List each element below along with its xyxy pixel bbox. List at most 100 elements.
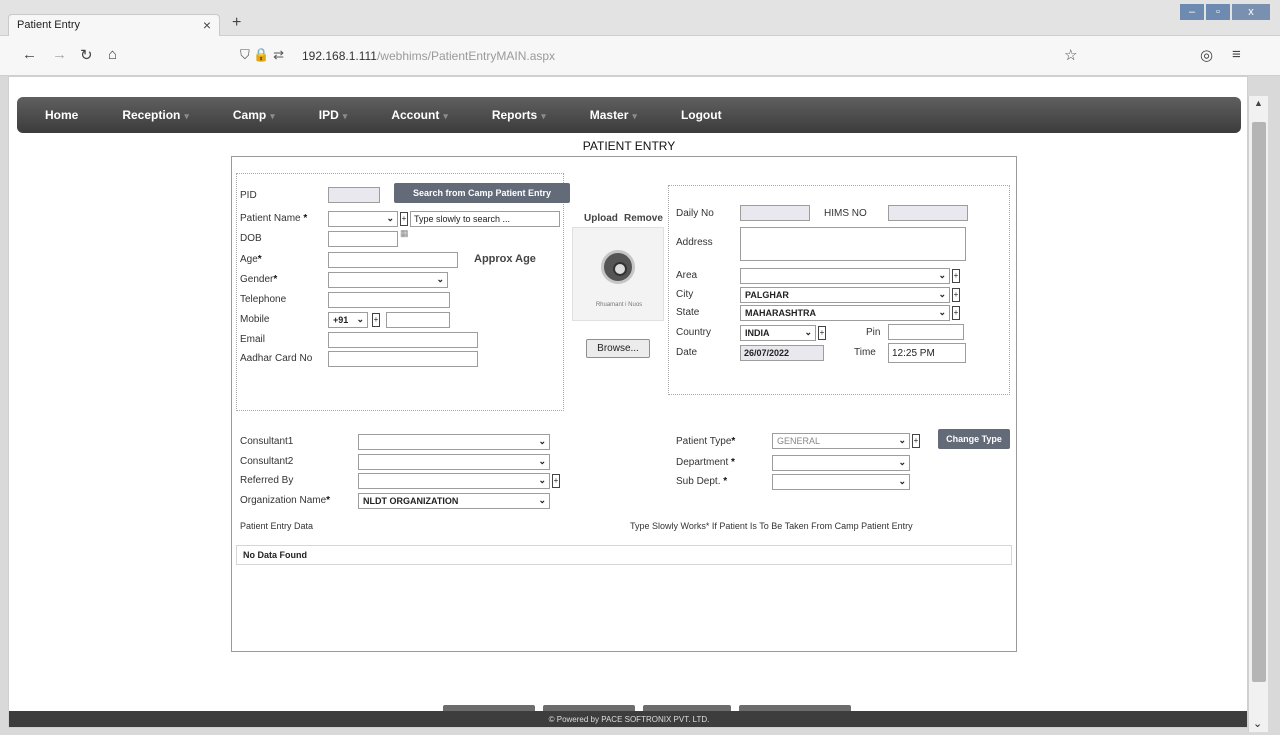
organization-select[interactable]: NLDT ORGANIZATION ⌄ — [358, 493, 550, 509]
add-patient-type-button[interactable]: + — [912, 434, 920, 448]
address-bar[interactable]: ⛉ 🔒 ⇄ 192.168.1.111/webhims/PatientEntry… — [240, 41, 1140, 69]
new-tab-icon[interactable]: + — [232, 14, 241, 32]
time-input[interactable]: 12:25 PM — [888, 343, 966, 363]
country-label: Country — [676, 327, 712, 338]
gender-label: Gender* — [240, 274, 278, 285]
menu-logout[interactable]: Logout — [681, 108, 722, 122]
menu-reports[interactable]: Reports ▾ — [492, 108, 546, 122]
hims-no-input[interactable] — [888, 205, 968, 221]
url-text: 192.168.1.111/webhims/PatientEntryMAIN.a… — [302, 49, 556, 63]
page-title: PATIENT ENTRY — [582, 139, 676, 153]
age-label: Age* — [240, 254, 262, 265]
menu-account[interactable]: Account ▾ — [391, 108, 448, 122]
reload-icon[interactable]: ↻ — [80, 46, 93, 64]
pin-label: Pin — [866, 327, 881, 338]
patient-title-select[interactable]: ⌄ — [328, 211, 398, 227]
country-select[interactable]: INDIA ⌄ — [740, 325, 816, 341]
patient-photo: Rhuamant i Nuos — [572, 227, 664, 321]
pid-input[interactable] — [328, 187, 380, 203]
consultant2-select[interactable]: ⌄ — [358, 454, 550, 470]
state-select[interactable]: MAHARASHTRA ⌄ — [740, 305, 950, 321]
chevron-down-icon: ▾ — [342, 111, 348, 121]
email-input[interactable] — [328, 332, 478, 348]
patient-type-select[interactable]: GENERAL ⌄ — [772, 433, 910, 449]
daily-no-input[interactable] — [740, 205, 810, 221]
department-select[interactable]: ⌄ — [772, 455, 910, 471]
date-label: Date — [676, 347, 698, 358]
upload-link[interactable]: Upload — [584, 213, 618, 224]
consultant1-label: Consultant1 — [240, 436, 294, 447]
daily-no-label: Daily No — [676, 208, 714, 219]
chevron-down-icon: ▾ — [184, 111, 189, 121]
city-label: City — [676, 289, 694, 300]
add-referrer-button[interactable]: + — [552, 474, 560, 488]
shield-icon: ⛉ 🔒 ⇄ — [240, 47, 285, 62]
pid-label: PID — [240, 190, 257, 201]
browser-tab[interactable]: Patient Entry × — [8, 14, 220, 36]
scroll-down-icon[interactable]: ⌄ — [1253, 717, 1262, 730]
referred-by-select[interactable]: ⌄ — [358, 473, 550, 489]
dob-label: DOB — [240, 233, 262, 244]
menu-reception[interactable]: Reception ▾ — [122, 108, 189, 122]
add-country-button[interactable]: + — [818, 326, 826, 340]
mobile-input[interactable] — [386, 312, 450, 328]
pin-input[interactable] — [888, 324, 964, 340]
area-label: Area — [676, 270, 698, 281]
menu-master[interactable]: Master ▾ — [590, 108, 637, 122]
sub-dept-select[interactable]: ⌄ — [772, 474, 910, 490]
telephone-input[interactable] — [328, 292, 450, 308]
address-input[interactable] — [740, 227, 966, 261]
hims-no-label: HIMS NO — [824, 208, 867, 219]
add-area-button[interactable]: + — [952, 269, 960, 283]
aadhar-input[interactable] — [328, 351, 478, 367]
age-input[interactable] — [328, 252, 458, 268]
add-state-button[interactable]: + — [952, 306, 960, 320]
city-select[interactable]: PALGHAR ⌄ — [740, 287, 950, 303]
browse-button[interactable]: Browse... — [586, 339, 650, 358]
dob-input[interactable] — [328, 231, 398, 247]
patient-entry-form: PID Search from Camp Patient Entry Patie… — [231, 156, 1017, 652]
window-close-icon[interactable]: x — [1232, 4, 1270, 20]
calendar-icon[interactable]: ▦ — [400, 228, 409, 239]
no-data-text: No Data Found — [243, 550, 307, 560]
menu-home[interactable]: Home — [45, 108, 78, 122]
scrollbar-thumb[interactable] — [1252, 122, 1266, 682]
patient-name-search-input[interactable]: Type slowly to search ... — [410, 211, 560, 227]
minimize-icon[interactable]: – — [1180, 4, 1204, 20]
back-arrow-icon[interactable]: ← — [22, 46, 37, 63]
mobile-code-select[interactable]: +91 ⌄ — [328, 312, 368, 328]
consultant1-select[interactable]: ⌄ — [358, 434, 550, 450]
home-icon[interactable]: ⌂ — [108, 46, 117, 63]
menu-hamburger-icon[interactable]: ≡ — [1232, 46, 1241, 63]
vertical-scrollbar[interactable]: ▲ ⌄ — [1248, 96, 1268, 732]
add-city-button[interactable]: + — [952, 288, 960, 302]
remove-link[interactable]: Remove — [624, 213, 663, 224]
consultant2-label: Consultant2 — [240, 456, 294, 467]
menu-ipd[interactable]: IPD ▾ — [319, 108, 348, 122]
email-label: Email — [240, 334, 266, 345]
patient-entry-data-label: Patient Entry Data — [240, 521, 314, 531]
maximize-icon[interactable]: ▫ — [1206, 4, 1230, 20]
scroll-up-icon[interactable]: ▲ — [1254, 98, 1263, 108]
gender-select[interactable]: ⌄ — [328, 272, 448, 288]
date-input[interactable]: 26/07/2022 — [740, 345, 824, 361]
chevron-down-icon: ▾ — [541, 111, 546, 121]
menu-camp[interactable]: Camp ▾ — [233, 108, 275, 122]
camera-icon — [601, 250, 635, 284]
type-slowly-hint: Type Slowly Works* If Patient Is To Be T… — [630, 521, 913, 531]
add-mobile-code-button[interactable]: + — [372, 313, 380, 327]
pocket-icon[interactable]: ◎ — [1200, 46, 1213, 64]
bookmark-star-icon[interactable]: ☆ — [1064, 46, 1077, 64]
forward-arrow-icon[interactable]: → — [52, 46, 67, 63]
add-title-button[interactable]: + — [400, 212, 408, 226]
search-camp-button[interactable]: Search from Camp Patient Entry — [394, 183, 570, 203]
area-select[interactable]: ⌄ — [740, 268, 950, 284]
browser-tab-strip: Patient Entry × + – ▫ x — [0, 0, 1280, 36]
photo-caption: Rhuamant i Nuos — [595, 302, 643, 308]
footer: © Powered by PACE SOFTRONIX PVT. LTD. — [9, 711, 1247, 727]
window-controls: – ▫ x — [1180, 4, 1270, 20]
referred-by-label: Referred By — [240, 475, 294, 486]
tab-close-icon[interactable]: × — [203, 17, 211, 33]
patient-type-label: Patient Type* — [676, 436, 736, 447]
change-type-button[interactable]: Change Type — [938, 429, 1010, 449]
